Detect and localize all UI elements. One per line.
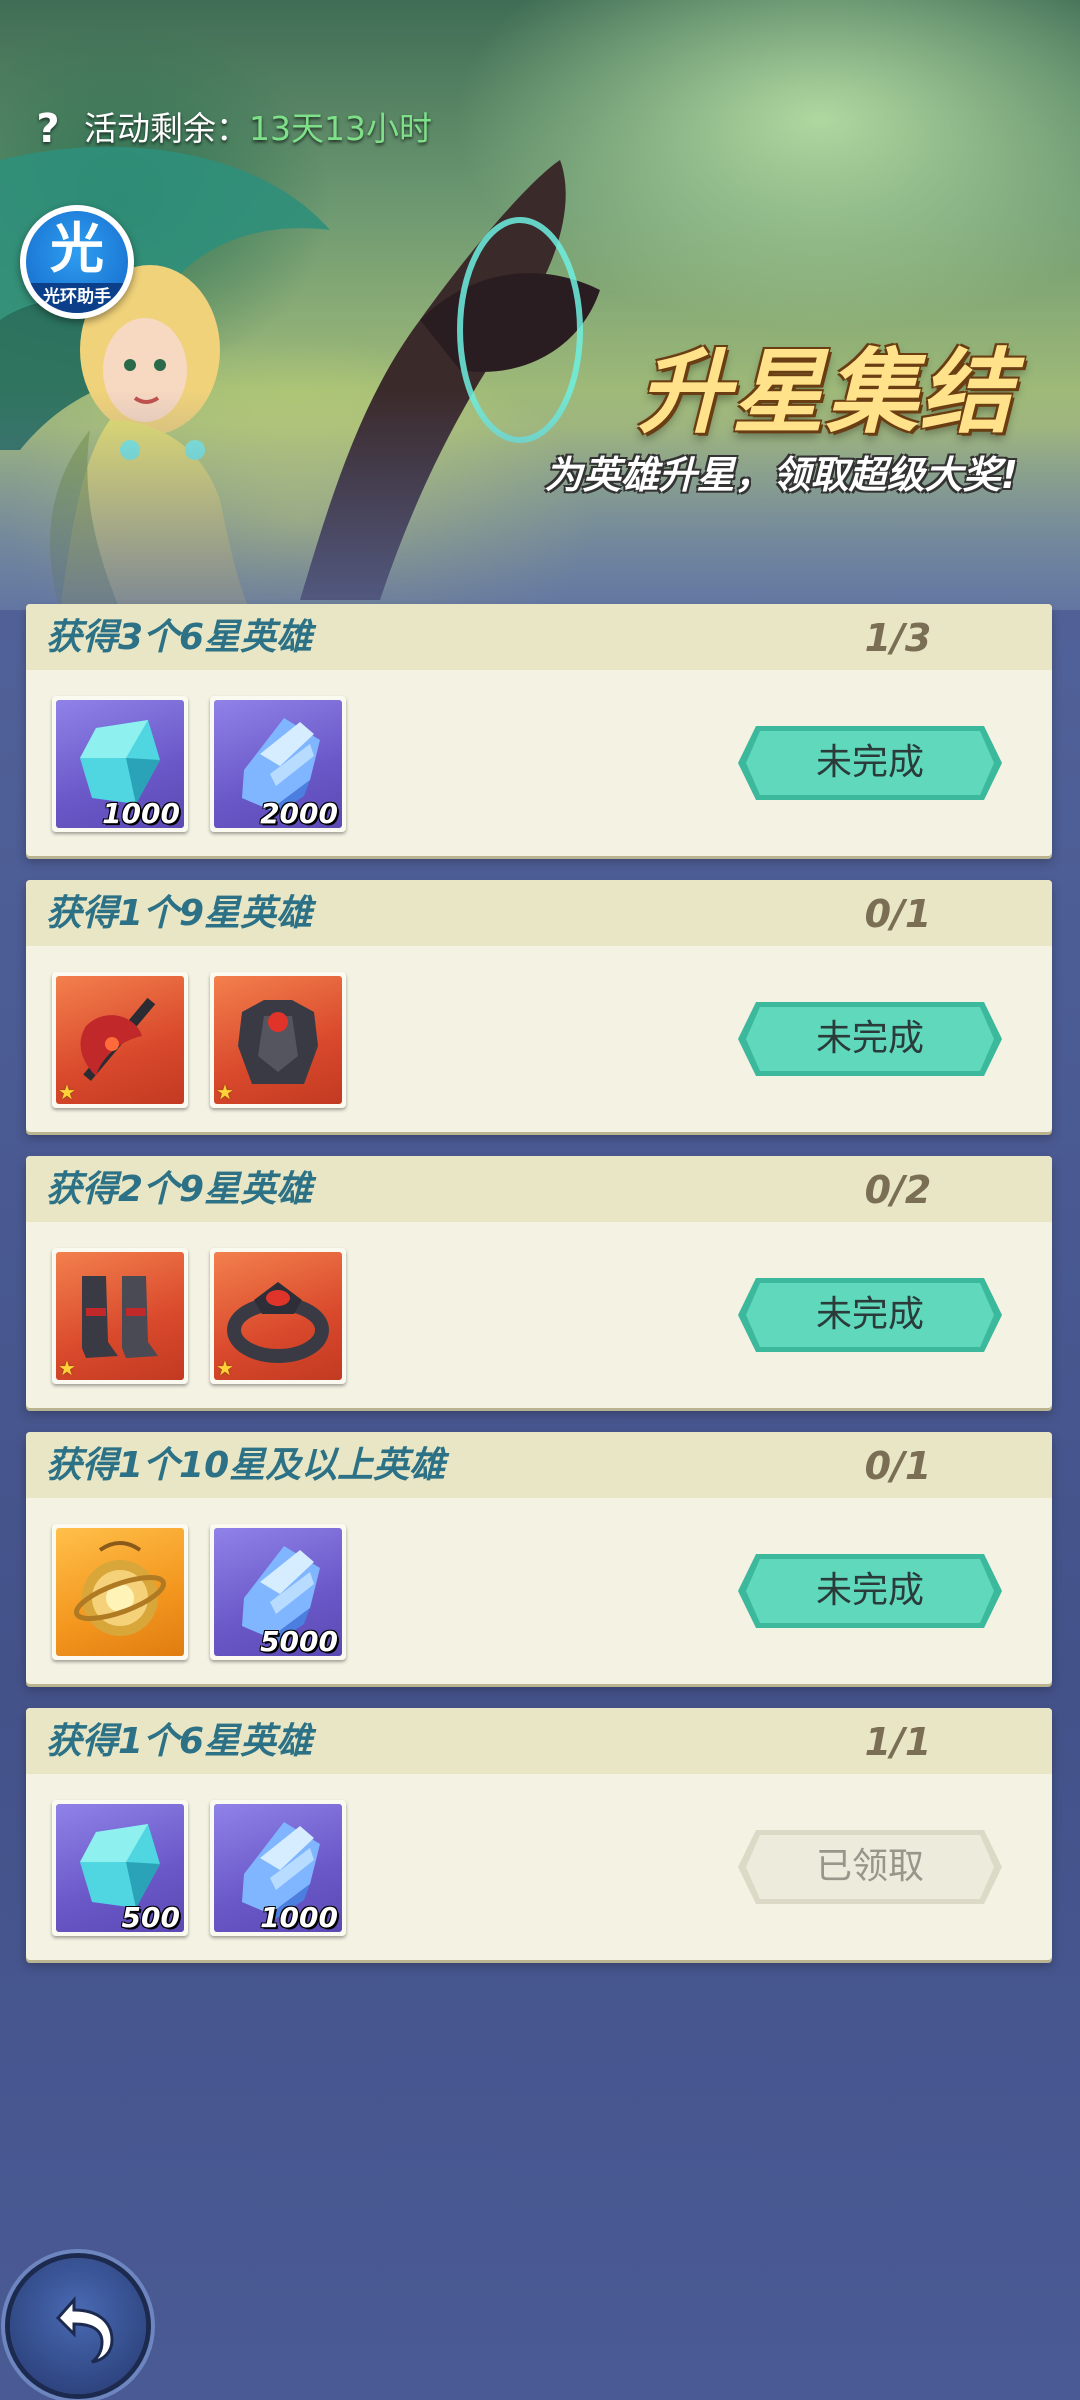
- claim-button-label: 未完成: [815, 1018, 924, 1059]
- event-subtitle: 为英雄升星，领取超级大奖!: [544, 453, 1018, 497]
- task-progress: 0/2: [864, 1168, 932, 1212]
- task-header: 获得3个6星英雄 1/3: [26, 604, 1052, 670]
- claim-button[interactable]: 未完成: [736, 1274, 1004, 1356]
- assistant-badge-inner: 光 光环助手: [26, 211, 128, 313]
- reward-item[interactable]: ★: [210, 1248, 346, 1384]
- claim-button[interactable]: 未完成: [736, 998, 1004, 1080]
- task-title: 获得2个9星英雄: [46, 1169, 313, 1210]
- task-title: 获得3个6星英雄: [46, 617, 313, 658]
- claim-button-label: 未完成: [815, 1570, 924, 1611]
- star-icon: ★: [58, 1080, 76, 1104]
- assistant-glyph: 光: [50, 217, 104, 280]
- claimed-button-label: 已领取: [815, 1846, 924, 1887]
- task-card: 获得3个6星英雄 1/3 1000 2000 未完成: [26, 604, 1052, 856]
- timer-value: 13天13小时: [249, 109, 432, 148]
- claim-button-label: 未完成: [815, 1294, 924, 1335]
- reward-item[interactable]: 5000: [210, 1524, 346, 1660]
- reward-quantity: 5000: [260, 1625, 338, 1658]
- task-title: 获得1个6星英雄: [46, 1721, 313, 1762]
- task-header: 获得1个10星及以上英雄 0/1: [26, 1432, 1052, 1498]
- reward-item[interactable]: 500: [52, 1800, 188, 1936]
- task-progress: 1/3: [864, 616, 932, 660]
- event-timer: 活动剩余：13天13小时: [84, 106, 432, 152]
- task-progress: 1/1: [864, 1720, 932, 1764]
- claim-button-label: 未完成: [815, 742, 924, 783]
- assistant-label: 光环助手: [26, 283, 128, 313]
- assistant-badge[interactable]: 光 光环助手: [20, 205, 134, 319]
- reward-quantity: 1000: [260, 1901, 338, 1934]
- reward-item[interactable]: ★: [52, 972, 188, 1108]
- star-icon: ★: [58, 1356, 76, 1380]
- task-card: 获得2个9星英雄 0/2 ★ ★ 未完成: [26, 1156, 1052, 1408]
- back-arrow-icon: [55, 2296, 114, 2364]
- question-mark-icon[interactable]: ?: [30, 107, 66, 151]
- reward-item[interactable]: 1000: [52, 696, 188, 832]
- event-banner: ? 活动剩余：13天13小时 光 光环助手 升星集结 为英雄升星，领取超级大奖!: [0, 0, 1080, 610]
- reward-quantity: 2000: [260, 797, 338, 830]
- task-progress: 0/1: [864, 892, 932, 936]
- reward-quantity: 500: [121, 1901, 180, 1934]
- event-title: 升星集结: [637, 339, 1014, 446]
- task-card: 获得1个10星及以上英雄 0/1 5000 未完成: [26, 1432, 1052, 1684]
- task-list: 获得3个6星英雄 1/3 1000 2000 未完成 获得1个9星英雄 0/1 …: [26, 604, 1052, 1984]
- task-header: 获得2个9星英雄 0/2: [26, 1156, 1052, 1222]
- task-progress: 0/1: [864, 1444, 932, 1488]
- back-button[interactable]: [10, 2258, 146, 2394]
- star-icon: ★: [216, 1080, 234, 1104]
- reward-item[interactable]: 1000: [210, 1800, 346, 1936]
- task-card: 获得1个9星英雄 0/1 ★ ★ 未完成: [26, 880, 1052, 1132]
- reward-item[interactable]: ★: [52, 1248, 188, 1384]
- reward-item[interactable]: [52, 1524, 188, 1660]
- task-card: 获得1个6星英雄 1/1 500 1000 已领取: [26, 1708, 1052, 1960]
- reward-item[interactable]: ★: [210, 972, 346, 1108]
- task-header: 获得1个9星英雄 0/1: [26, 880, 1052, 946]
- star-icon: ★: [216, 1356, 234, 1380]
- task-title: 获得1个9星英雄: [46, 893, 313, 934]
- reward-quantity: 1000: [102, 797, 180, 830]
- timer-label: 活动剩余：: [84, 109, 249, 148]
- claim-button[interactable]: 未完成: [736, 1550, 1004, 1632]
- task-title: 获得1个10星及以上英雄: [46, 1445, 446, 1486]
- golden-amulet-icon: [74, 1541, 166, 1636]
- claimed-button[interactable]: 已领取: [736, 1826, 1004, 1908]
- claim-button[interactable]: 未完成: [736, 722, 1004, 804]
- reward-item[interactable]: 2000: [210, 696, 346, 832]
- task-header: 获得1个6星英雄 1/1: [26, 1708, 1052, 1774]
